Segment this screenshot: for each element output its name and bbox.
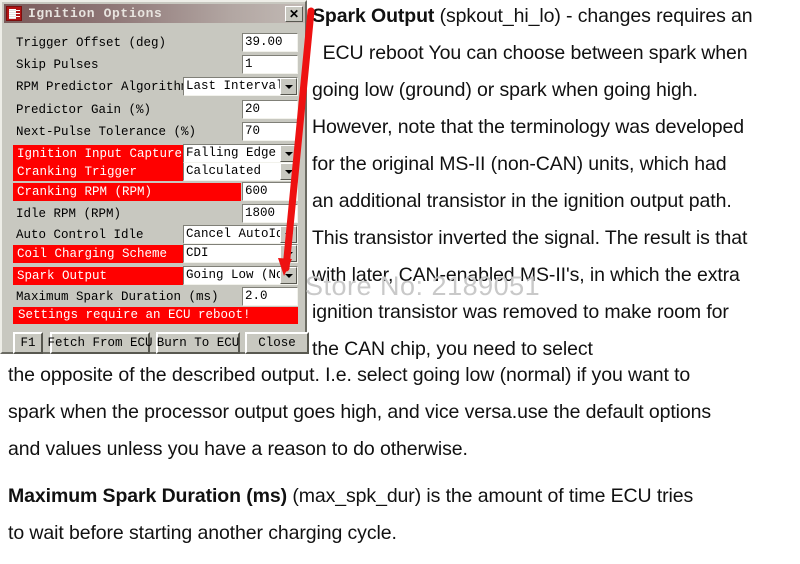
text-line: the opposite of the described output. I.… xyxy=(8,364,691,386)
chevron-down-icon[interactable] xyxy=(280,226,297,243)
field-row: Auto Control Idle Cancel AutoIdle xyxy=(4,225,303,244)
field-label: Trigger Offset (deg) xyxy=(16,36,167,50)
text-line: ignition transistor was removed to make … xyxy=(312,301,729,323)
field-row: Next-Pulse Tolerance (%) 70 xyxy=(4,122,303,141)
field-row: Ignition Input Capture Falling Edge xyxy=(4,144,303,163)
bold-term: Spark Output xyxy=(312,5,435,27)
text-line: spark when the processor output goes hig… xyxy=(8,401,712,423)
f1-button[interactable]: F1 xyxy=(13,332,43,354)
field-row: Trigger Offset (deg) 39.00 xyxy=(4,33,303,52)
article-right-column: Spark Output (spkout_hi_lo) - changes re… xyxy=(312,0,800,368)
dialog-button-row: F1 Fetch From ECU Burn To ECU Close xyxy=(13,332,309,354)
article-paragraph-2: the opposite of the described output. I.… xyxy=(8,357,798,468)
text-input[interactable]: 600 xyxy=(242,182,298,201)
field-row: Predictor Gain (%) 20 xyxy=(4,100,303,119)
dialog-body: Maximum Spark Duration (ms) 2.0 Spark Outp… xyxy=(4,23,309,354)
close-button[interactable]: Close xyxy=(245,332,309,354)
dialog-title: Ignition Options xyxy=(28,6,163,21)
field-row: Idle RPM (RPM) 1800 xyxy=(4,204,303,223)
field-label: Auto Control Idle xyxy=(16,228,144,242)
dropdown-value: CDI xyxy=(186,246,209,260)
text-line: for the original MS-II (non-CAN) units, … xyxy=(312,153,727,175)
burn-to-ecu-button[interactable]: Burn To ECU xyxy=(156,332,240,354)
dropdown-select[interactable]: CDI xyxy=(183,244,298,263)
dropdown-value: Last Interval xyxy=(186,79,284,93)
dropdown-select[interactable]: Falling Edge xyxy=(183,144,298,163)
chevron-down-icon[interactable] xyxy=(280,78,297,95)
text-line: with later, CAN-enabled MS-II's, in whic… xyxy=(312,264,740,286)
field-label: Cranking RPM (RPM) xyxy=(13,183,241,201)
text-input[interactable]: 70 xyxy=(242,122,298,141)
chevron-down-icon[interactable] xyxy=(280,163,297,180)
bold-term: Maximum Spark Duration (ms) xyxy=(8,485,288,507)
field-label: Maximum Spark Duration (ms) xyxy=(16,290,219,304)
ignition-options-dialog: Ignition Options ✕ Maximum Spark Duratio… xyxy=(0,0,309,354)
text-input[interactable]: 1 xyxy=(242,55,298,74)
reboot-warning-banner: Settings require an ECU reboot! xyxy=(13,307,298,324)
text-line: This transistor inverted the signal. The… xyxy=(312,227,748,249)
article-paragraph-3: Maximum Spark Duration (ms) (max_spk_dur… xyxy=(8,478,798,552)
field-row: Coil Charging Scheme CDI xyxy=(4,244,303,263)
text-line: an additional transistor in the ignition… xyxy=(312,190,732,212)
dropdown-value: Falling Edge xyxy=(186,146,277,160)
dropdown-select[interactable]: Going Low (Norm xyxy=(183,266,298,285)
text-line: to wait before starting another charging… xyxy=(8,522,397,544)
app-icon xyxy=(6,6,22,21)
field-label: Ignition Input Capture xyxy=(13,145,183,163)
chevron-down-icon[interactable] xyxy=(280,245,297,262)
field-row: Cranking RPM (RPM) 600 xyxy=(4,182,303,201)
field-label: RPM Predictor Algorithm xyxy=(16,80,189,94)
dropdown-select[interactable]: Calculated xyxy=(183,162,298,181)
dropdown-select[interactable]: Last Interval xyxy=(183,77,298,96)
text-line: and values unless you have a reason to d… xyxy=(8,438,468,460)
text-line: However, note that the terminology was d… xyxy=(312,116,745,138)
field-label: Idle RPM (RPM) xyxy=(16,207,122,221)
text-line: going low (ground) or spark when going h… xyxy=(312,79,698,101)
field-label: Skip Pulses xyxy=(16,58,99,72)
field-label: Coil Charging Scheme xyxy=(13,245,183,263)
text-input[interactable]: 20 xyxy=(242,100,298,119)
dropdown-select[interactable]: Cancel AutoIdle xyxy=(183,225,298,244)
field-label: Cranking Trigger xyxy=(13,163,183,181)
field-label: Next-Pulse Tolerance (%) xyxy=(16,125,197,139)
close-icon[interactable]: ✕ xyxy=(285,5,303,22)
dialog-titlebar[interactable]: Ignition Options ✕ xyxy=(4,4,305,23)
field-row: RPM Predictor Algorithm Last Interval xyxy=(4,77,303,96)
dropdown-value: Calculated xyxy=(186,164,262,178)
field-row: Maximum Spark Duration (ms) 2.0 xyxy=(4,287,303,306)
field-row: Skip Pulses 1 xyxy=(4,55,303,74)
text-line: Spark Output (spkout_hi_lo) - changes re… xyxy=(312,5,753,27)
field-label: Predictor Gain (%) xyxy=(16,103,152,117)
text-input[interactable]: 39.00 xyxy=(242,33,298,52)
field-label: Spark Output xyxy=(13,267,183,285)
field-row: Spark Output Going Low (Norm xyxy=(4,266,303,285)
fetch-from-ecu-button[interactable]: Fetch From ECU xyxy=(47,332,153,354)
text-input[interactable]: 1800 xyxy=(242,204,298,223)
chevron-down-icon[interactable] xyxy=(280,145,297,162)
chevron-down-icon[interactable] xyxy=(280,267,297,284)
text-input[interactable]: 2.0 xyxy=(242,287,298,306)
field-row: Cranking Trigger Calculated xyxy=(4,162,303,181)
text-line: Maximum Spark Duration (ms) (max_spk_dur… xyxy=(8,485,694,507)
text-line: ECU reboot You can choose between spark … xyxy=(312,42,748,64)
